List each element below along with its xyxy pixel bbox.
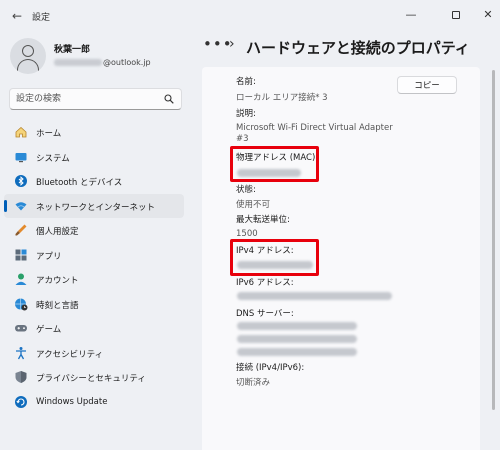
mtu-label: 最大転送単位: [236, 215, 290, 225]
minimize-icon: — [405, 8, 417, 21]
sidebar-item-label: ゲーム [36, 325, 62, 335]
apps-icon [15, 249, 27, 260]
search-icon[interactable] [164, 94, 174, 104]
wifi-icon [15, 201, 27, 210]
sidebar-item-label: ネットワークとインターネット [36, 202, 156, 213]
highlight-ipv4-address [230, 239, 319, 276]
sidebar-item-label: システム [36, 153, 70, 164]
redacted-ipv6-address [237, 292, 392, 300]
nav-list: ホーム システム Bluetooth とデバイス ネットワークとインターネット … [4, 120, 184, 414]
sidebar-item-gaming[interactable]: ゲーム [4, 316, 184, 341]
sidebar-item-label: アカウント [36, 276, 79, 286]
sidebar-item-privacy-security[interactable]: プライバシーとセキュリティ [4, 365, 184, 390]
sidebar-item-home[interactable]: ホーム [4, 120, 184, 145]
sidebar-item-bluetooth[interactable]: Bluetooth とデバイス [4, 169, 184, 194]
redacted-dns-server [237, 322, 357, 330]
title-bar: ← 設定 — ✕ [0, 0, 500, 32]
chevron-right-icon: › [229, 36, 235, 52]
sidebar-item-label: Bluetooth とデバイス [36, 178, 123, 188]
dns-label: DNS サーバー: [236, 309, 294, 319]
ipv6-label: IPv6 アドレス: [236, 278, 294, 288]
sidebar-item-label: アクセシビリティ [36, 349, 104, 360]
sidebar-item-apps[interactable]: アプリ [4, 243, 184, 268]
monitor-icon [15, 152, 27, 162]
brush-icon [15, 224, 27, 236]
maximize-button[interactable] [445, 5, 467, 25]
home-icon [15, 126, 27, 138]
connection-value: 切断済み [236, 378, 271, 388]
app-title: 設定 [32, 13, 51, 23]
sidebar-item-label: アプリ [36, 251, 62, 262]
user-name: 秋葉一郎 [54, 45, 91, 55]
update-icon [15, 395, 27, 408]
sidebar-item-accounts[interactable]: アカウント [4, 267, 184, 292]
back-button[interactable]: ← [9, 8, 25, 24]
gamepad-icon [15, 325, 27, 332]
status-label: 状態: [236, 185, 256, 195]
sidebar-item-windows-update[interactable]: Windows Update [4, 390, 184, 415]
maximize-icon [452, 11, 460, 19]
shield-icon [15, 371, 27, 383]
accessibility-icon [16, 346, 26, 359]
description-value-line1: Microsoft Wi-Fi Direct Virtual Adapter [236, 123, 393, 133]
avatar [10, 38, 46, 74]
page-title: ハードウェアと接続のプロパティ [246, 39, 470, 57]
sidebar-item-network[interactable]: ネットワークとインターネット [4, 193, 184, 218]
name-value: ローカル エリア接続* 3 [236, 93, 328, 103]
redacted-dns-server [237, 348, 357, 356]
search-box[interactable] [9, 88, 182, 110]
redacted-dns-server [237, 335, 357, 343]
sidebar-item-label: ホーム [36, 129, 62, 139]
breadcrumb: ••• › ハードウェアと接続のプロパティ [203, 35, 493, 59]
description-label: 説明: [236, 109, 256, 119]
sidebar-item-label: プライバシーとセキュリティ [36, 374, 146, 384]
description-value-line2: #3 [236, 134, 249, 144]
highlight-mac-address [230, 146, 319, 182]
sidebar-item-time-language[interactable]: 時刻と言語 [4, 292, 184, 317]
person-icon [15, 273, 27, 285]
sidebar-item-accessibility[interactable]: アクセシビリティ [4, 341, 184, 366]
user-account[interactable]: 秋葉一郎 @outlook.jp [8, 38, 198, 74]
sidebar-item-system[interactable]: システム [4, 145, 184, 170]
scrollbar[interactable] [492, 70, 495, 410]
sidebar-item-personalization[interactable]: 個人用設定 [4, 218, 184, 243]
search-input[interactable] [16, 92, 156, 106]
redacted-email-user [54, 59, 102, 66]
status-value: 使用不可 [236, 200, 271, 210]
sidebar: 秋葉一郎 @outlook.jp ホーム システム Bluetooth とデバイ… [0, 32, 200, 450]
name-label: 名前: [236, 77, 256, 87]
sidebar-item-label: 時刻と言語 [36, 300, 79, 311]
back-arrow-icon: ← [11, 9, 23, 23]
globe-clock-icon [15, 298, 28, 310]
sidebar-item-label: Windows Update [36, 396, 108, 407]
connection-label: 接続 (IPv4/IPv6): [236, 363, 305, 373]
minimize-button[interactable]: — [400, 5, 422, 25]
mtu-value: 1500 [236, 229, 258, 239]
close-button[interactable]: ✕ [477, 5, 499, 25]
sidebar-item-label: 個人用設定 [36, 227, 79, 237]
user-email: @outlook.jp [54, 58, 151, 67]
bluetooth-icon [15, 175, 27, 187]
copy-button[interactable]: コピー [397, 76, 457, 94]
close-icon: ✕ [483, 8, 493, 21]
